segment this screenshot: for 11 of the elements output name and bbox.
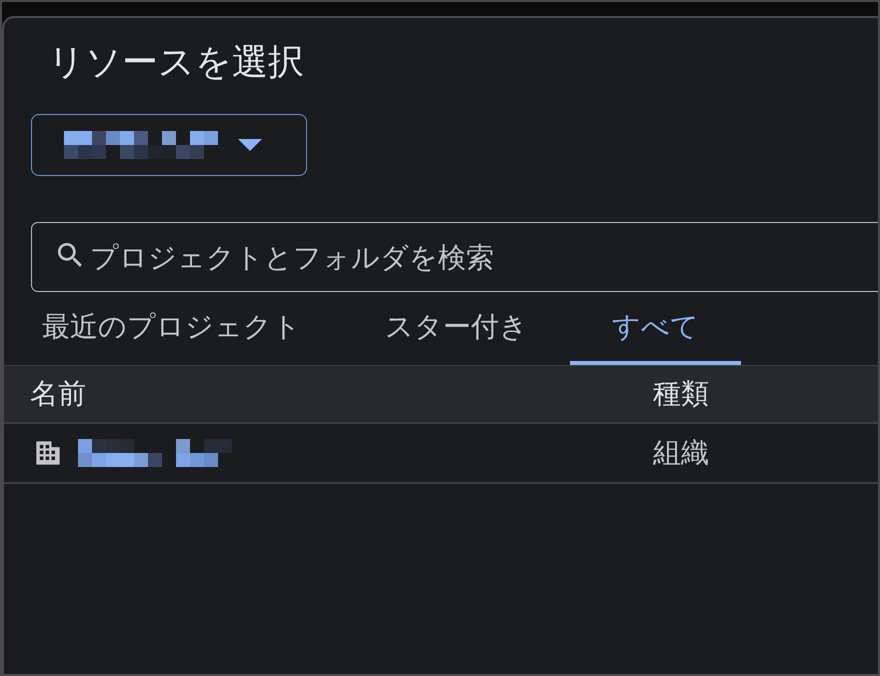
dialog-title: リソースを選択	[48, 41, 305, 84]
column-header: 種類	[653, 376, 710, 412]
resource-dropdown[interactable]	[31, 114, 307, 176]
column-header: 名前	[30, 376, 87, 412]
tab[interactable]: 最近のプロジェクト	[2, 292, 343, 365]
caret-icon	[238, 139, 262, 151]
tab[interactable]: スター付き	[343, 292, 570, 365]
building-icon	[34, 439, 62, 467]
table-row[interactable]: 組織	[4, 424, 878, 484]
table-cell-text: 組織	[653, 435, 710, 471]
search-field[interactable]: プロジェクトとフォルダを検索	[31, 222, 878, 292]
